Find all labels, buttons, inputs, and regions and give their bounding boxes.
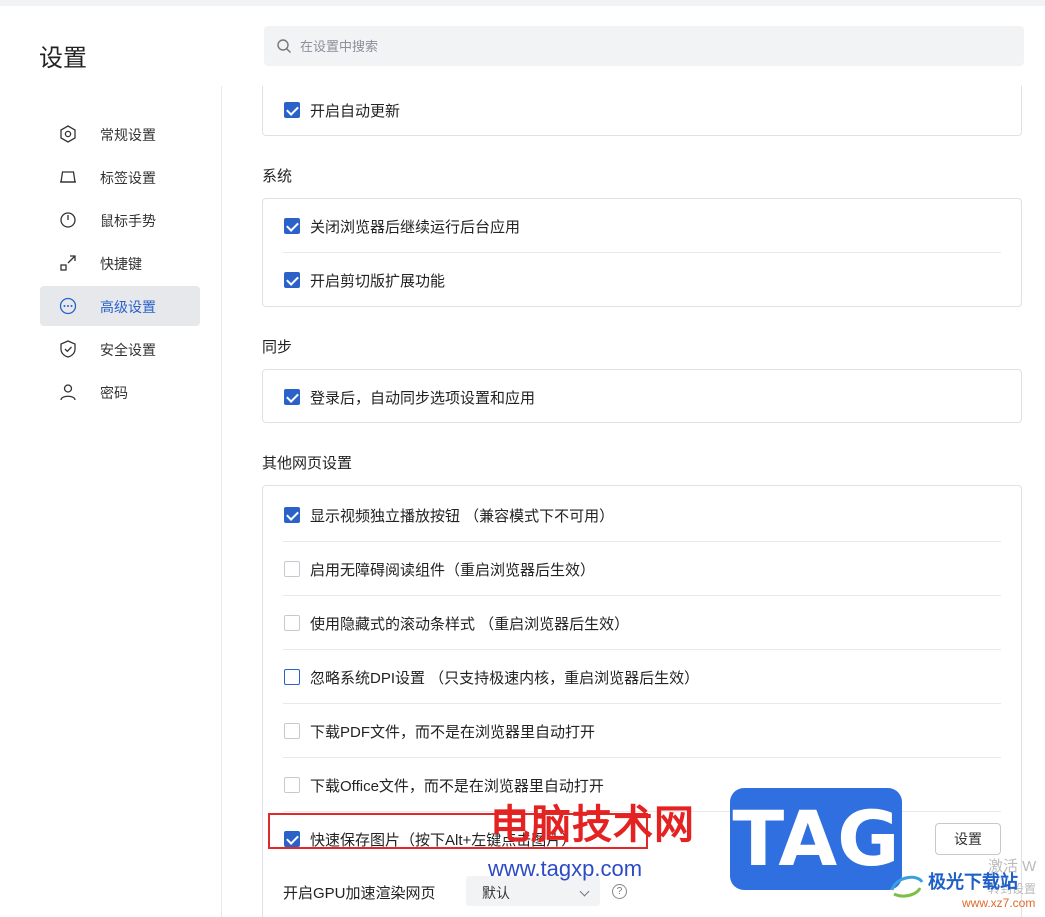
checkbox-background-apps[interactable] bbox=[284, 218, 300, 234]
user-icon bbox=[60, 384, 76, 401]
more-circle-icon bbox=[59, 297, 77, 315]
setting-row: 下载PDF文件，而不是在浏览器里自动打开 bbox=[263, 704, 1021, 758]
sidebar-item-label: 快捷键 bbox=[100, 256, 142, 272]
sidebar-item-label: 高级设置 bbox=[100, 299, 156, 315]
sidebar-item-label: 鼠标手势 bbox=[100, 213, 156, 229]
setting-row: 开启自动更新 bbox=[263, 86, 1021, 137]
tag-logo: TAG bbox=[730, 788, 902, 890]
watermark-second-url: www.xz7.com bbox=[962, 896, 1036, 910]
checkbox-clipboard-extension[interactable] bbox=[284, 272, 300, 288]
update-card: 开启自动更新 bbox=[262, 86, 1022, 136]
select-value: 默认 bbox=[482, 885, 510, 901]
setting-label: 显示视频独立播放按钮 （兼容模式下不可用） bbox=[310, 508, 615, 525]
section-title-system: 系统 bbox=[262, 168, 293, 185]
setting-label: 启用无障碍阅读组件（重启浏览器后生效） bbox=[310, 562, 596, 579]
search-box[interactable] bbox=[264, 26, 1024, 66]
checkbox-download-pdf[interactable] bbox=[284, 723, 300, 739]
setting-label: 登录后，自动同步选项设置和应用 bbox=[310, 390, 536, 407]
sidebar-item-tabs[interactable]: 标签设置 bbox=[40, 157, 200, 197]
checkbox-hidden-scrollbar[interactable] bbox=[284, 615, 300, 631]
sidebar: 常规设置 标签设置 鼠标手势 快捷键 高级设置 安全设置 密码 bbox=[0, 86, 222, 917]
sidebar-item-security[interactable]: 安全设置 bbox=[40, 329, 200, 369]
setting-row: 启用无障碍阅读组件（重启浏览器后生效） bbox=[263, 542, 1021, 596]
gpu-acceleration-label: 开启GPU加速渲染网页 bbox=[283, 885, 436, 902]
checkbox-download-office[interactable] bbox=[284, 777, 300, 793]
other-web-settings-card: 显示视频独立播放按钮 （兼容模式下不可用） 启用无障碍阅读组件（重启浏览器后生效… bbox=[262, 485, 1022, 917]
section-title-other: 其他网页设置 bbox=[262, 455, 353, 472]
setting-row: 使用隐藏式的滚动条样式 （重启浏览器后生效） bbox=[263, 596, 1021, 650]
checkbox-video-popout[interactable] bbox=[284, 507, 300, 523]
hexagon-settings-icon bbox=[60, 125, 76, 143]
watermark-site-name: 电脑技术网 bbox=[490, 803, 695, 847]
swirl-logo-icon bbox=[890, 875, 924, 898]
sidebar-item-label: 常规设置 bbox=[100, 127, 156, 143]
sidebar-item-shortcuts[interactable]: 快捷键 bbox=[40, 243, 200, 283]
section-title-sync: 同步 bbox=[262, 339, 293, 356]
checkbox-accessible-reader[interactable] bbox=[284, 561, 300, 577]
window-top-strip bbox=[0, 0, 1045, 6]
watermark-site-url: www.tagxp.com bbox=[488, 856, 643, 881]
chevron-down-icon bbox=[579, 886, 590, 897]
search-input[interactable] bbox=[300, 26, 1000, 66]
sidebar-item-label: 安全设置 bbox=[100, 342, 156, 358]
help-icon[interactable]: ? bbox=[612, 884, 627, 899]
sidebar-item-advanced[interactable]: 高级设置 bbox=[40, 286, 200, 326]
setting-row: 关闭浏览器后继续运行后台应用 bbox=[263, 199, 1021, 253]
setting-label: 关闭浏览器后继续运行后台应用 bbox=[310, 219, 521, 236]
setting-row: 登录后，自动同步选项设置和应用 bbox=[263, 370, 1021, 424]
quick-save-settings-button[interactable]: 设置 bbox=[935, 823, 1001, 855]
setting-label: 使用隐藏式的滚动条样式 （重启浏览器后生效） bbox=[310, 616, 630, 633]
header: 设置 bbox=[0, 0, 1045, 86]
setting-row: 忽略系统DPI设置 （只支持极速内核，重启浏览器后生效） bbox=[263, 650, 1021, 704]
page-title: 设置 bbox=[39, 45, 87, 72]
watermark-second-name: 极光下载站 bbox=[928, 872, 1018, 892]
setting-label: 开启剪切版扩展功能 bbox=[310, 273, 446, 290]
sidebar-item-general[interactable]: 常规设置 bbox=[40, 114, 200, 154]
sync-card: 登录后，自动同步选项设置和应用 bbox=[262, 369, 1022, 423]
system-card: 关闭浏览器后继续运行后台应用 开启剪切版扩展功能 bbox=[262, 198, 1022, 307]
tab-icon bbox=[60, 171, 76, 183]
mouse-icon bbox=[60, 212, 76, 228]
setting-label: 忽略系统DPI设置 （只支持极速内核，重启浏览器后生效） bbox=[310, 670, 700, 687]
setting-row: 开启剪切版扩展功能 bbox=[263, 253, 1021, 307]
checkbox-auto-update[interactable] bbox=[284, 102, 300, 118]
shortcut-icon bbox=[60, 255, 76, 271]
setting-label: 下载PDF文件，而不是在浏览器里自动打开 bbox=[310, 724, 596, 741]
setting-row: 显示视频独立播放按钮 （兼容模式下不可用） bbox=[263, 488, 1021, 542]
checkbox-ignore-dpi[interactable] bbox=[284, 669, 300, 685]
setting-label: 开启自动更新 bbox=[310, 103, 401, 120]
search-icon bbox=[277, 39, 291, 53]
sidebar-item-label: 密码 bbox=[100, 385, 128, 401]
shield-icon bbox=[60, 340, 76, 358]
sidebar-item-password[interactable]: 密码 bbox=[40, 372, 200, 412]
sidebar-item-label: 标签设置 bbox=[100, 170, 156, 186]
download-site-watermark: 极光下载站 www.xz7.com bbox=[884, 864, 1044, 914]
checkbox-auto-sync[interactable] bbox=[284, 389, 300, 405]
sidebar-item-mouse-gesture[interactable]: 鼠标手势 bbox=[40, 200, 200, 240]
